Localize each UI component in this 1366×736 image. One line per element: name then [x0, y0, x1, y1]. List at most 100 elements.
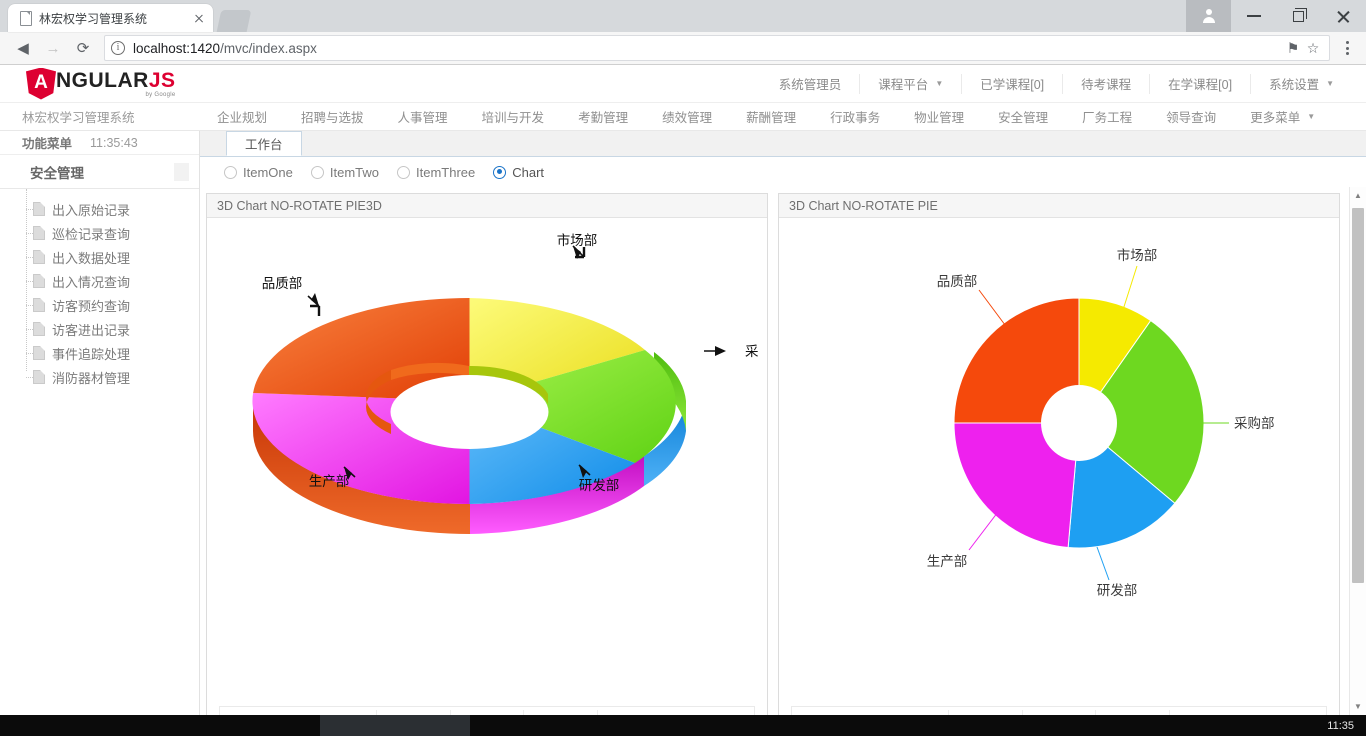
top-menu-item-in-progress-courses[interactable]: 在学课程[0] — [1149, 73, 1250, 94]
nav-item-plant-engineering[interactable]: 厂务工程 — [1065, 107, 1149, 126]
bookmark-star-icon[interactable]: ☆ — [1303, 40, 1323, 57]
radio-label: ItemOne — [243, 164, 293, 180]
radio-itemone[interactable]: ItemOne — [218, 165, 299, 180]
minimize-icon — [1246, 15, 1261, 17]
radio-indicator — [224, 165, 237, 179]
sidebar-header: 功能菜单 11:35:43 — [0, 131, 199, 155]
chart-canvas-pie2d[interactable]: 市场部 品质部 采购部 研发部 生产部 — [779, 218, 1339, 698]
sidebar-item-fire-equipment-management[interactable]: 消防器材管理 — [0, 365, 199, 389]
site-info-icon[interactable]: i — [111, 41, 125, 55]
pie2d-inner-hole — [1041, 385, 1117, 461]
sidebar-item-entry-data-processing[interactable]: 出入数据处理 — [0, 245, 199, 269]
save-flag-icon[interactable]: ⚑ — [1283, 40, 1303, 57]
nav-item-safety-management[interactable]: 安全管理 — [981, 107, 1065, 126]
sidebar-item-entry-raw-records[interactable]: 出入原始记录 — [0, 197, 199, 221]
nav-item-leader-query[interactable]: 领导查询 — [1149, 107, 1233, 126]
sidebar-group-label: 安全管理 — [30, 165, 84, 181]
scrollbar-thumb[interactable] — [1351, 208, 1364, 583]
scroll-down-icon[interactable]: ▼ — [1350, 698, 1366, 715]
document-icon — [33, 298, 45, 312]
top-menu-item-pending-exam[interactable]: 待考课程 — [1062, 73, 1149, 94]
document-icon — [33, 274, 45, 288]
nav-item-compensation[interactable]: 薪酬管理 — [729, 107, 813, 126]
tab-workbench[interactable]: 工作台 — [226, 131, 302, 156]
reload-icon[interactable]: ⟳ — [68, 34, 98, 62]
close-icon[interactable] — [191, 10, 207, 26]
browser-toolbar: ◀ → ⟳ i localhost:1420/mvc/index.aspx ⚑ … — [0, 32, 1366, 65]
sidebar-item-label: 巡检记录查询 — [52, 226, 131, 242]
address-bar[interactable]: i localhost:1420/mvc/index.aspx ⚑ ☆ — [104, 35, 1330, 61]
sidebar-item-visitor-entry-records[interactable]: 访客进出记录 — [0, 317, 199, 341]
sidebar-item-patrol-records[interactable]: 巡检记录查询 — [0, 221, 199, 245]
pie2d-leader-market — [1121, 265, 1138, 314]
pie2d-leader-rnd — [1096, 546, 1110, 581]
sidebar-item-label: 出入数据处理 — [52, 250, 131, 266]
pie3d-label-procurement: 采 — [745, 344, 759, 359]
document-icon — [33, 250, 45, 264]
sidebar-item-entry-status-query[interactable]: 出入情况查询 — [0, 269, 199, 293]
top-menu-label: 课程平台 — [878, 78, 929, 92]
sidebar-group-safety-management[interactable]: 安全管理 — [0, 155, 199, 189]
panel-header: 3D Chart NO-ROTATE PIE3D — [207, 194, 767, 218]
top-menu-item-system-settings[interactable]: 系统设置 ▼ — [1250, 73, 1352, 94]
maximize-button[interactable] — [1276, 0, 1321, 32]
browser-tab[interactable]: 林宏权学习管理系统 — [8, 4, 213, 32]
document-icon — [33, 322, 45, 336]
nav-item-attendance[interactable]: 考勤管理 — [561, 107, 645, 126]
nav-item-training-development[interactable]: 培训与开发 — [465, 107, 562, 126]
window-controls — [1186, 0, 1366, 32]
application-area: A NGULARJS by Google 系统管理员 课程平台 ▼ 已学课程[0]… — [0, 65, 1366, 715]
vertical-scrollbar[interactable]: ▲ ▼ — [1349, 187, 1366, 715]
page-icon — [18, 10, 32, 26]
scroll-up-icon[interactable]: ▲ — [1350, 187, 1366, 204]
back-icon[interactable]: ◀ — [8, 34, 38, 62]
nav-item-hr-management[interactable]: 人事管理 — [381, 107, 465, 126]
top-menu: 系统管理员 课程平台 ▼ 已学课程[0] 待考课程 在学课程[0] 系统设置 ▼ — [761, 73, 1366, 94]
sidebar-item-visitor-appointment-query[interactable]: 访客预约查询 — [0, 293, 199, 317]
top-menu-label: 系统设置 — [1269, 78, 1320, 92]
radio-itemthree[interactable]: ItemThree — [391, 165, 481, 180]
url-path: /mvc/index.aspx — [220, 40, 317, 56]
minimize-button[interactable] — [1231, 0, 1276, 32]
charts-area: 3D Chart NO-ROTATE PIE3D 市场部 品质部 采 生产部 研… — [200, 187, 1366, 715]
radio-itemtwo[interactable]: ItemTwo — [305, 165, 385, 180]
top-menu-label: 已学课程[0] — [980, 78, 1045, 92]
sidebar-item-label: 事件追踪处理 — [52, 346, 131, 362]
close-window-icon — [1336, 9, 1351, 24]
nav-item-performance[interactable]: 绩效管理 — [645, 107, 729, 126]
radio-label: ItemThree — [415, 164, 476, 180]
radio-indicator — [493, 165, 507, 179]
forward-icon[interactable]: → — [38, 34, 68, 62]
nav-item-administration[interactable]: 行政事务 — [813, 107, 897, 126]
panel-header: 3D Chart NO-ROTATE PIE — [779, 194, 1339, 218]
pie2d-label-production: 生产部 — [927, 554, 968, 569]
top-menu-item-admin[interactable]: 系统管理员 — [761, 74, 860, 94]
top-menu-item-learned-courses[interactable]: 已学课程[0] — [961, 73, 1062, 94]
document-icon — [33, 370, 45, 384]
scrollbar-track[interactable] — [1350, 204, 1366, 698]
pie3d-label-production: 生产部 — [309, 474, 350, 489]
new-tab-button[interactable] — [216, 10, 252, 32]
sidebar-item-event-tracking[interactable]: 事件追踪处理 — [0, 341, 199, 365]
logo-letter: A — [34, 72, 48, 93]
nav-item-recruitment[interactable]: 招聘与选拔 — [284, 107, 381, 126]
pie3d-label-market: 市场部 — [557, 232, 598, 248]
nav-item-more-menu[interactable]: 更多菜单 ▼ — [1233, 107, 1332, 126]
top-menu-item-course-platform[interactable]: 课程平台 ▼ — [859, 73, 961, 94]
top-menu-label: 在学课程[0] — [1168, 78, 1233, 92]
nav-item-enterprise-planning[interactable]: 企业规划 — [200, 107, 284, 126]
radio-chart[interactable]: Chart — [487, 165, 550, 180]
collapse-toggle-icon[interactable] — [174, 162, 189, 181]
browser-menu-icon[interactable] — [1336, 41, 1358, 55]
pie2d-leader-production — [968, 507, 1002, 551]
sidebar-item-label: 访客进出记录 — [52, 322, 131, 338]
nav-item-property-management[interactable]: 物业管理 — [897, 107, 981, 126]
pie3d-inner-hole — [390, 375, 549, 449]
close-window-button[interactable] — [1321, 0, 1366, 32]
profile-button[interactable] — [1186, 0, 1231, 32]
url-text: localhost:1420/mvc/index.aspx — [133, 41, 1283, 56]
chart-canvas-pie3d[interactable]: 市场部 品质部 采 生产部 研发部 — [207, 218, 767, 698]
browser-titlebar: 林宏权学习管理系统 — [0, 0, 1366, 32]
pie2d-leader-quality — [978, 289, 1012, 334]
taskbar-window-button[interactable] — [320, 715, 470, 736]
